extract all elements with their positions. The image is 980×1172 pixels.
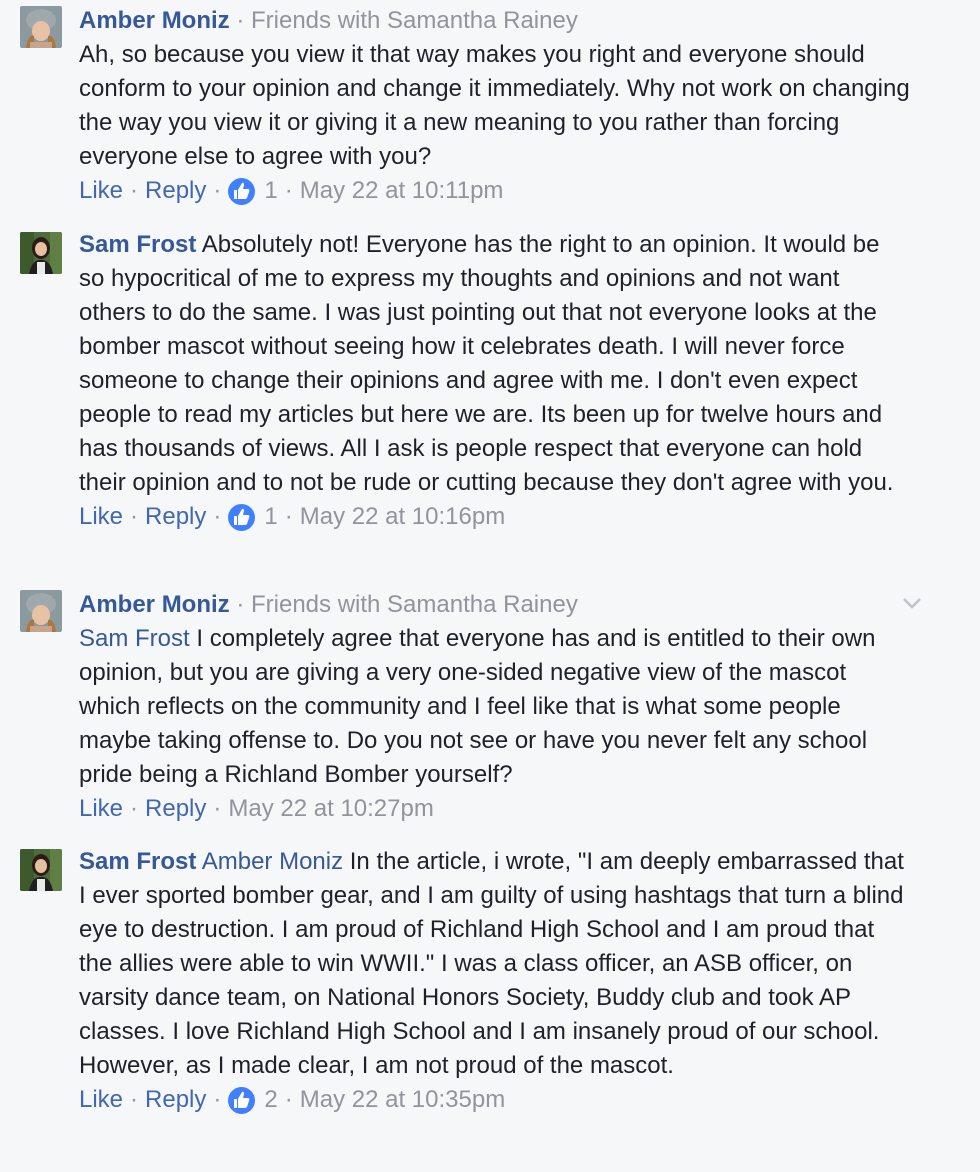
comment-text: Absolutely not! Everyone has the right t… — [79, 231, 894, 496]
avatar[interactable] — [20, 232, 62, 274]
like-reaction-icon[interactable] — [228, 177, 256, 205]
mention-link[interactable]: Amber Moniz — [202, 848, 343, 875]
like-button[interactable]: Like — [79, 500, 123, 534]
reaction-count[interactable]: 1 — [264, 174, 277, 208]
reaction-count[interactable]: 2 — [264, 1083, 277, 1117]
comment-actions: Like · Reply · 2 · May 22 at 10:35pm — [79, 1083, 910, 1117]
comment-author[interactable]: Sam Frost — [79, 848, 196, 875]
like-reaction-icon[interactable] — [228, 1086, 256, 1114]
comment-body: Sam Frost Amber Moniz In the article, i … — [79, 843, 910, 1083]
avatar[interactable] — [20, 849, 62, 891]
like-button[interactable]: Like — [79, 174, 123, 208]
comment-author[interactable]: Amber Moniz — [79, 7, 230, 34]
comment-text: In the article, i wrote, "I am deeply em… — [79, 848, 904, 1079]
comment-context: · Friends with Samantha Rainey — [236, 591, 578, 618]
comment-body: Amber Moniz · Friends with Samantha Rain… — [79, 584, 910, 792]
avatar[interactable] — [20, 6, 62, 48]
comment-text: Ah, so because you view it that way make… — [79, 41, 910, 170]
comment-body: Sam Frost Absolutely not! Everyone has t… — [79, 226, 910, 500]
reply-button[interactable]: Reply — [145, 500, 206, 534]
mention-link[interactable]: Sam Frost — [79, 625, 190, 652]
comment-actions: Like · Reply · 1 · May 22 at 10:16pm — [79, 500, 910, 534]
avatar[interactable] — [20, 590, 62, 632]
like-button[interactable]: Like — [79, 1083, 123, 1117]
timestamp[interactable]: May 22 at 10:11pm — [300, 174, 504, 208]
comment-actions: Like · Reply · May 22 at 10:27pm — [79, 792, 910, 826]
like-reaction-icon[interactable] — [228, 503, 256, 531]
comment-body: Amber Moniz · Friends with Samantha Rain… — [79, 0, 910, 174]
reply-button[interactable]: Reply — [145, 174, 206, 208]
comment-author[interactable]: Sam Frost — [79, 231, 196, 258]
comment-context: · Friends with Samantha Rainey — [236, 7, 578, 34]
timestamp[interactable]: May 22 at 10:27pm — [228, 792, 433, 826]
timestamp[interactable]: May 22 at 10:35pm — [300, 1083, 505, 1117]
like-button[interactable]: Like — [79, 792, 123, 826]
comment-author[interactable]: Amber Moniz — [79, 591, 230, 618]
comment-text: I completely agree that everyone has and… — [79, 625, 876, 788]
reply-button[interactable]: Reply — [145, 792, 206, 826]
reaction-count[interactable]: 1 — [264, 500, 277, 534]
timestamp[interactable]: May 22 at 10:16pm — [300, 500, 505, 534]
reply-button[interactable]: Reply — [145, 1083, 206, 1117]
comment-actions: Like · Reply · 1 · May 22 at 10:11pm — [79, 174, 910, 208]
chevron-down-icon[interactable] — [902, 596, 922, 610]
